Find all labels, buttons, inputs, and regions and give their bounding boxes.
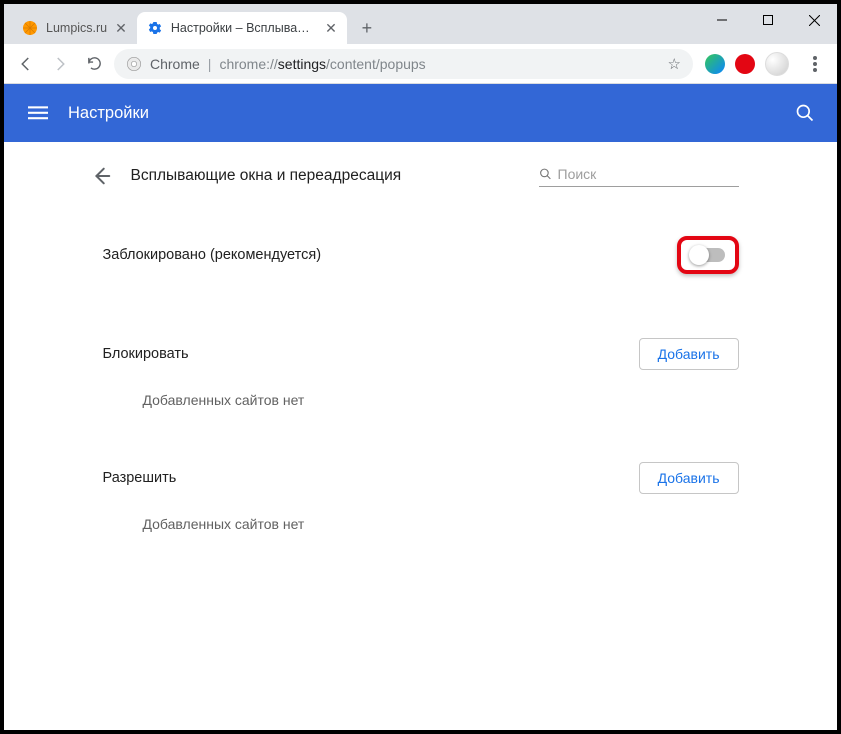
minimize-button[interactable]: [699, 4, 745, 36]
extension-icons: [699, 52, 795, 76]
close-icon[interactable]: ✕: [325, 20, 337, 37]
tab-lumpics[interactable]: Lumpics.ru ✕: [12, 12, 137, 44]
chrome-logo-icon: [126, 56, 142, 72]
block-add-button[interactable]: Добавить: [639, 338, 739, 370]
content-area: Всплывающие окна и переадресация Заблоки…: [4, 142, 837, 730]
gear-icon: [147, 20, 163, 36]
extension-icon-1[interactable]: [705, 54, 725, 74]
settings-title: Настройки: [68, 104, 149, 123]
tab-settings[interactable]: Настройки – Всплывающие окн ✕: [137, 12, 347, 44]
blocked-toggle[interactable]: [691, 248, 725, 262]
window-controls: [699, 4, 837, 36]
search-icon: [539, 166, 552, 182]
settings-header: Настройки: [4, 84, 837, 142]
allow-section-title: Разрешить: [103, 470, 177, 486]
content-search: [539, 166, 739, 187]
search-input[interactable]: [558, 166, 739, 182]
blocked-toggle-row: Заблокировано (рекомендуется): [81, 204, 761, 292]
forward-button[interactable]: [46, 50, 74, 78]
back-button[interactable]: [12, 50, 40, 78]
tab-strip: Lumpics.ru ✕ Настройки – Всплывающие окн…: [4, 4, 381, 44]
block-section-header: Блокировать Добавить: [81, 320, 761, 388]
toggle-knob: [689, 245, 709, 265]
titlebar: Lumpics.ru ✕ Настройки – Всплывающие окн…: [4, 4, 837, 44]
toggle-highlight: [677, 236, 739, 274]
panel-header: Всплывающие окна и переадресация: [81, 164, 761, 204]
block-empty-text: Добавленных сайтов нет: [81, 388, 761, 416]
allow-section-header: Разрешить Добавить: [81, 444, 761, 512]
chrome-menu-button[interactable]: [801, 50, 829, 78]
bookmark-star-icon[interactable]: ☆: [668, 55, 681, 73]
omnibox[interactable]: Chrome | chrome://settings/content/popup…: [114, 49, 693, 79]
omnibox-url: chrome://settings/content/popups: [219, 56, 425, 72]
maximize-button[interactable]: [745, 4, 791, 36]
profile-avatar[interactable]: [765, 52, 789, 76]
address-bar: Chrome | chrome://settings/content/popup…: [4, 44, 837, 84]
close-window-button[interactable]: [791, 4, 837, 36]
orange-icon: [22, 20, 38, 36]
page-title: Всплывающие окна и переадресация: [131, 167, 521, 185]
browser-window: Lumpics.ru ✕ Настройки – Всплывающие окн…: [0, 0, 841, 734]
blocked-label: Заблокировано (рекомендуется): [103, 247, 322, 263]
close-icon[interactable]: ✕: [115, 20, 127, 37]
reload-button[interactable]: [80, 50, 108, 78]
back-arrow-button[interactable]: [89, 164, 113, 188]
omnibox-separator: |: [208, 56, 212, 72]
extension-icon-2[interactable]: [735, 54, 755, 74]
header-search-button[interactable]: [795, 103, 815, 123]
tab-title: Lumpics.ru: [46, 21, 107, 35]
block-section-title: Блокировать: [103, 346, 189, 362]
allow-add-button[interactable]: Добавить: [639, 462, 739, 494]
settings-panel: Всплывающие окна и переадресация Заблоки…: [81, 142, 761, 730]
omnibox-chrome-label: Chrome: [150, 56, 200, 72]
tab-title: Настройки – Всплывающие окн: [171, 21, 317, 35]
menu-button[interactable]: [26, 101, 50, 125]
allow-empty-text: Добавленных сайтов нет: [81, 512, 761, 540]
new-tab-button[interactable]: +: [353, 14, 381, 42]
